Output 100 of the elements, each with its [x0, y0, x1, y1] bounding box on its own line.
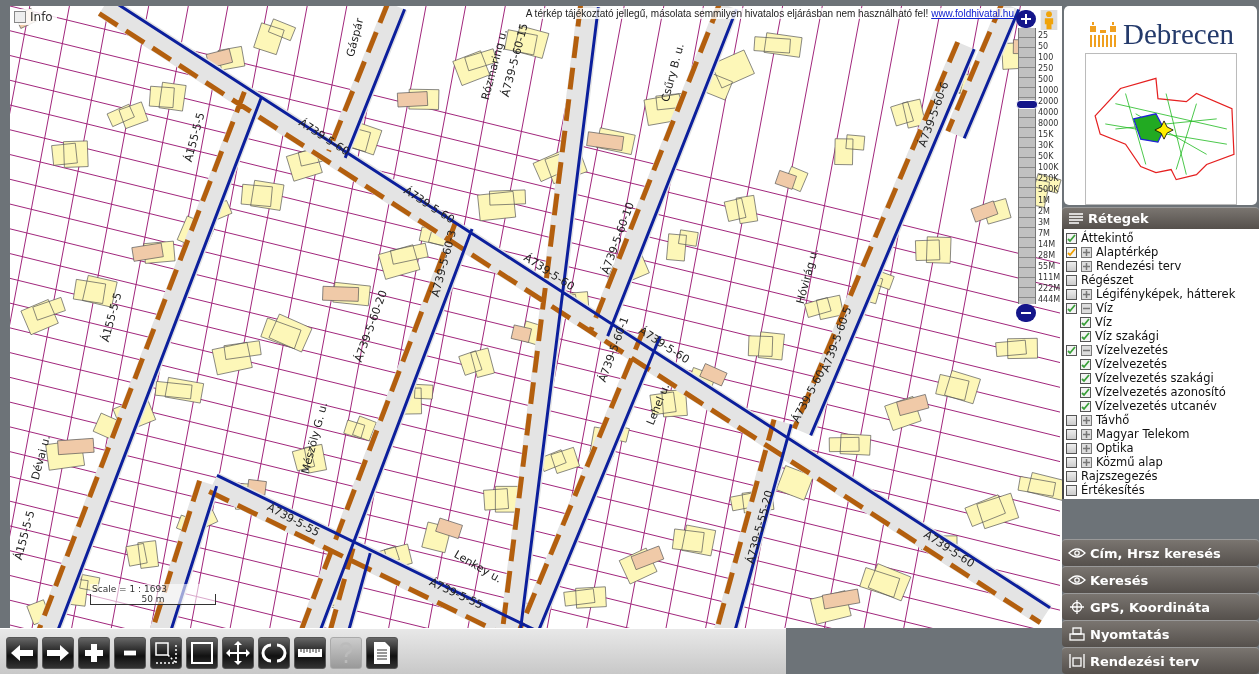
- scale-level-label[interactable]: 7M: [1038, 228, 1061, 239]
- document-button[interactable]: [366, 637, 398, 669]
- layer-checkbox[interactable]: [1066, 232, 1077, 244]
- layer-checkbox[interactable]: [1080, 372, 1091, 384]
- zoom-out-button[interactable]: [114, 637, 146, 669]
- layer-label[interactable]: Értékesítés: [1081, 483, 1145, 497]
- scale-level-label[interactable]: 14M: [1038, 239, 1061, 250]
- layer-checkbox[interactable]: [1066, 288, 1077, 300]
- measure-button[interactable]: [294, 637, 326, 669]
- scale-level-label[interactable]: 500K: [1038, 184, 1061, 195]
- layer-checkbox[interactable]: [1066, 414, 1077, 426]
- scale-level-label[interactable]: 15K: [1038, 129, 1061, 140]
- layer-label[interactable]: Víz szakági: [1095, 329, 1159, 343]
- layer-checkbox[interactable]: [1066, 428, 1077, 440]
- scale-level-label[interactable]: 444M: [1038, 294, 1061, 305]
- refresh-button[interactable]: [258, 637, 290, 669]
- scale-level-label[interactable]: 3M: [1038, 217, 1061, 228]
- layer-checkbox[interactable]: [1080, 358, 1091, 370]
- crosshair-icon: [1068, 600, 1086, 614]
- scale-level-label[interactable]: 30K: [1038, 140, 1061, 151]
- zoom-box-icon: [153, 640, 179, 666]
- layer-label[interactable]: Víz: [1096, 301, 1114, 315]
- layer-checkbox[interactable]: [1066, 260, 1077, 272]
- layer-label[interactable]: Régészet: [1081, 273, 1134, 287]
- scale-level-label[interactable]: 8000: [1038, 118, 1061, 129]
- scale-level-label[interactable]: 111M: [1038, 272, 1061, 283]
- scale-level-label[interactable]: 50: [1038, 41, 1061, 52]
- layer-label[interactable]: Vízelvezetés utcanév: [1095, 399, 1217, 413]
- layer-checkbox[interactable]: [1066, 302, 1077, 314]
- scale-level-label[interactable]: 1000: [1038, 85, 1061, 96]
- scale-level-label[interactable]: 25: [1038, 30, 1061, 41]
- layer-checkbox[interactable]: [1066, 484, 1077, 496]
- expand-icon[interactable]: [1081, 414, 1092, 426]
- expand-icon[interactable]: [1081, 288, 1092, 300]
- scale-level-label[interactable]: 100K: [1038, 162, 1061, 173]
- layer-label[interactable]: Rajzszegezés: [1081, 469, 1158, 483]
- layer-label[interactable]: Vízelvezetés: [1096, 343, 1168, 357]
- foldhivatal-link[interactable]: www.foldhivatal.hu: [931, 8, 1014, 19]
- layer-checkbox[interactable]: [1080, 330, 1091, 342]
- layer-label[interactable]: Vízelvezetés azonosító: [1095, 385, 1226, 399]
- scale-level-label[interactable]: 250K: [1038, 173, 1061, 184]
- layer-checkbox[interactable]: [1080, 386, 1091, 398]
- layer-label[interactable]: Optika: [1096, 441, 1134, 455]
- expand-icon[interactable]: [1081, 428, 1092, 440]
- expand-icon[interactable]: [1081, 456, 1092, 468]
- scale-level-label[interactable]: 55M: [1038, 261, 1061, 272]
- scale-level-label[interactable]: 250: [1038, 63, 1061, 74]
- scale-level-label[interactable]: 4000: [1038, 107, 1061, 118]
- eye-icon: [1068, 573, 1086, 587]
- forward-button[interactable]: [42, 637, 74, 669]
- layer-label[interactable]: Távhő: [1096, 413, 1130, 427]
- extent-button[interactable]: [186, 637, 218, 669]
- layer-checkbox[interactable]: [1080, 400, 1091, 412]
- scale-level-label[interactable]: 2M: [1038, 206, 1061, 217]
- panel-header[interactable]: Cím, Hrsz keresés: [1062, 539, 1259, 566]
- expand-icon[interactable]: [1081, 442, 1092, 454]
- layer-label[interactable]: Közmű alap: [1096, 455, 1163, 469]
- layer-label[interactable]: Vízelvezetés szakági: [1095, 371, 1214, 385]
- layer-label[interactable]: Légifényképek, hátterek: [1096, 287, 1236, 301]
- pan-button[interactable]: [222, 637, 254, 669]
- map-drawing[interactable]: [10, 6, 1062, 628]
- layers-panel-header[interactable]: Rétegek: [1062, 207, 1259, 229]
- zoom-box-button[interactable]: [150, 637, 182, 669]
- layer-checkbox[interactable]: [1066, 274, 1077, 286]
- panel-header[interactable]: Nyomtatás: [1062, 620, 1259, 647]
- scale-level-label[interactable]: 1M: [1038, 195, 1061, 206]
- collapse-icon[interactable]: [1081, 344, 1092, 356]
- layer-checkbox[interactable]: [1066, 246, 1077, 258]
- layer-label[interactable]: Magyar Telekom: [1096, 427, 1190, 441]
- layer-checkbox[interactable]: [1066, 344, 1077, 356]
- info-checkbox[interactable]: Info: [12, 9, 57, 25]
- expand-icon[interactable]: [1081, 246, 1092, 258]
- printer-icon: [1068, 627, 1086, 641]
- layer-checkbox[interactable]: [1066, 442, 1077, 454]
- plus-icon: [1020, 13, 1032, 25]
- eye-icon: [1068, 546, 1086, 560]
- zoom-in-button[interactable]: [78, 637, 110, 669]
- expand-icon[interactable]: [1081, 260, 1092, 272]
- layer-checkbox[interactable]: [1080, 316, 1091, 328]
- collapse-icon[interactable]: [1081, 302, 1092, 314]
- scale-level-label[interactable]: 2000: [1038, 96, 1061, 107]
- scale-level-label[interactable]: 100: [1038, 52, 1061, 63]
- scale-level-label[interactable]: 500: [1038, 74, 1061, 85]
- layer-label[interactable]: Áttekintő: [1081, 231, 1134, 245]
- layer-label[interactable]: Rendezési terv: [1096, 259, 1182, 273]
- zoom-slider-thumb[interactable]: [1016, 100, 1038, 110]
- layer-checkbox[interactable]: [1066, 456, 1077, 468]
- layer-label[interactable]: Alaptérkép: [1096, 245, 1159, 259]
- panel-header[interactable]: Keresés: [1062, 566, 1259, 593]
- scale-level-label[interactable]: 50K: [1038, 151, 1061, 162]
- layer-label[interactable]: Vízelvezetés: [1095, 357, 1167, 371]
- layer-checkbox[interactable]: [1066, 470, 1077, 482]
- scale-level-label[interactable]: 28M: [1038, 250, 1061, 261]
- back-button[interactable]: [6, 637, 38, 669]
- layer-label[interactable]: Víz: [1095, 315, 1113, 329]
- scale-level-label[interactable]: 222M: [1038, 283, 1061, 294]
- panel-header[interactable]: GPS, Koordináta: [1062, 593, 1259, 620]
- overview-map-drawing[interactable]: [1084, 53, 1237, 205]
- logo-text: Debrecen: [1122, 18, 1235, 51]
- panel-header[interactable]: Rendezési terv: [1062, 647, 1259, 674]
